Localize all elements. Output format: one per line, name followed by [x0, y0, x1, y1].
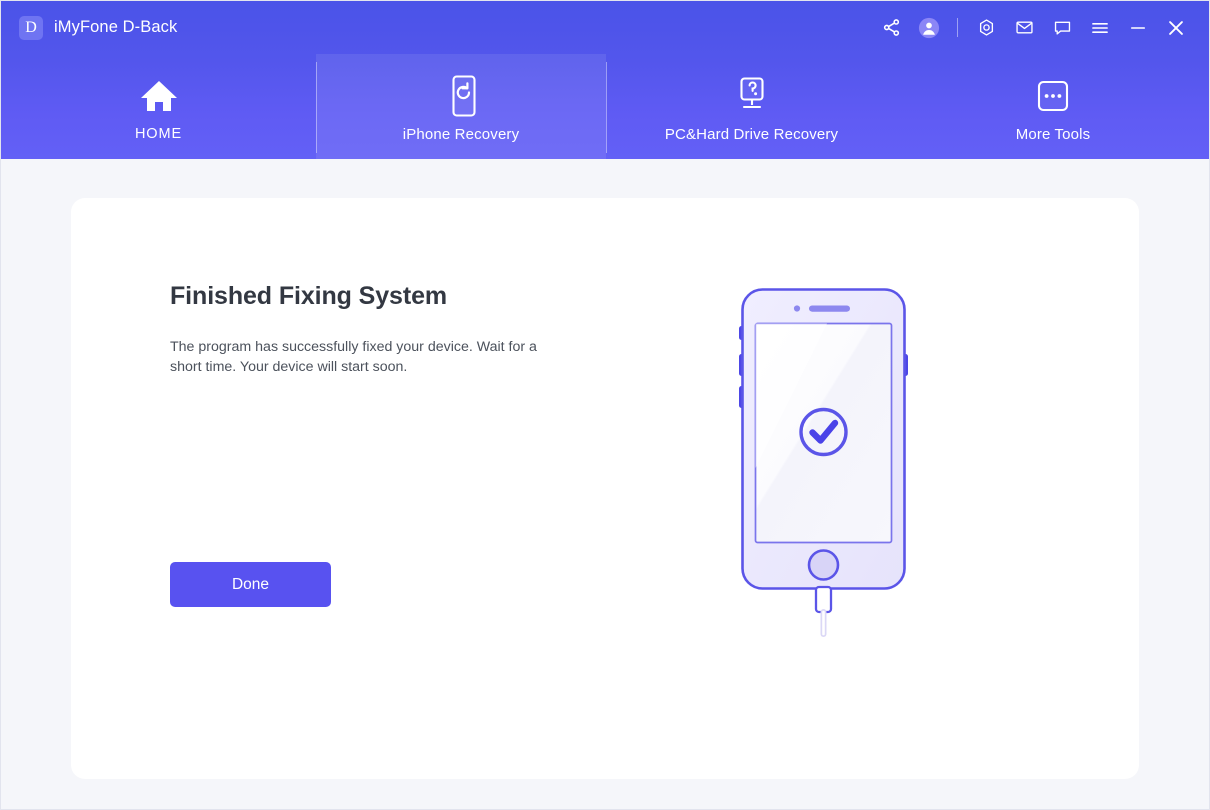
tab-more-tools[interactable]: More Tools	[897, 54, 1209, 159]
tab-pc-hard-drive-recovery-label: PC&Hard Drive Recovery	[664, 125, 839, 143]
app-window: D iMyFone D-Back HOME iPhone Recovery PC…	[0, 0, 1210, 810]
minimize-icon	[1128, 18, 1148, 38]
home-icon	[138, 75, 180, 117]
tab-iphone-recovery-label: iPhone Recovery	[402, 125, 520, 143]
support-icon	[977, 18, 996, 37]
status-description: The program has successfully fixed your …	[170, 339, 537, 376]
avatar-icon	[918, 17, 940, 39]
brand: D iMyFone D-Back	[1, 15, 178, 40]
account-button[interactable]	[910, 9, 948, 47]
iphone-illustration	[731, 278, 916, 638]
card-inner: Finished Fixing System The program has s…	[71, 198, 1139, 779]
share-button[interactable]	[872, 9, 910, 47]
title-bar-actions	[872, 1, 1195, 54]
app-header: D iMyFone D-Back HOME iPhone Recovery PC…	[1, 1, 1209, 159]
tab-home-label: HOME	[134, 126, 183, 142]
close-icon	[1165, 17, 1187, 39]
content-area: Finished Fixing System The program has s…	[1, 159, 1209, 809]
tab-home[interactable]: HOME	[1, 54, 316, 159]
tab-pc-hard-drive-recovery[interactable]: PC&Hard Drive Recovery	[606, 54, 897, 159]
titlebar-divider	[957, 18, 958, 37]
menu-icon	[1090, 18, 1110, 38]
phone-refresh-icon	[445, 74, 477, 117]
main-card: Finished Fixing System The program has s…	[71, 198, 1139, 779]
page-title: Finished Fixing System	[170, 282, 448, 310]
app-logo: D	[19, 15, 43, 40]
more-dots-icon	[1036, 75, 1070, 117]
monitor-icon	[731, 75, 773, 117]
mail-button[interactable]	[1005, 9, 1043, 47]
tab-more-tools-label: More Tools	[1015, 125, 1091, 143]
title-bar: D iMyFone D-Back	[1, 1, 1209, 54]
main-nav: HOME iPhone Recovery PC&Hard Drive Recov…	[1, 54, 1209, 159]
chat-icon	[1053, 18, 1072, 37]
menu-button[interactable]	[1081, 9, 1119, 47]
close-button[interactable]	[1157, 9, 1195, 47]
share-icon	[882, 18, 901, 37]
support-button[interactable]	[967, 9, 1005, 47]
done-button[interactable]: Done	[170, 562, 331, 607]
mail-icon	[1015, 18, 1034, 37]
minimize-button[interactable]	[1119, 9, 1157, 47]
tab-iphone-recovery[interactable]: iPhone Recovery	[316, 54, 606, 159]
app-title: iMyFone D-Back	[54, 18, 178, 36]
feedback-button[interactable]	[1043, 9, 1081, 47]
status-text-block: Finished Fixing System The program has s…	[170, 282, 590, 377]
